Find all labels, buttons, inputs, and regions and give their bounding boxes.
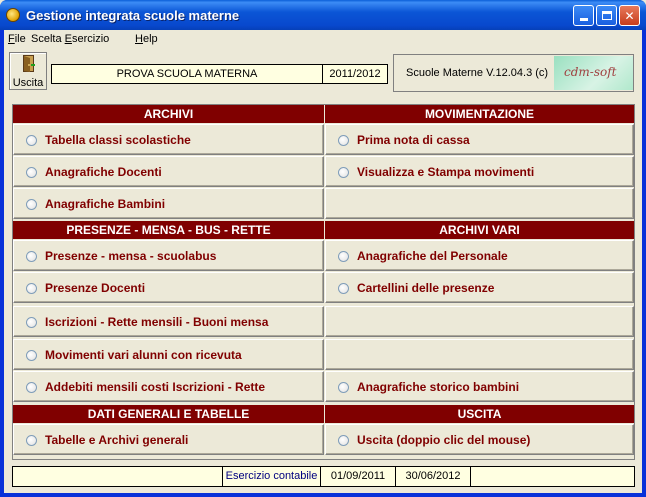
maximize-button[interactable]	[596, 5, 617, 26]
version-text: Scuole Materne V.12.04.3 (c)	[406, 67, 549, 79]
menu-scelta-rest: sercizio	[71, 33, 110, 45]
option-presenze-mensa[interactable]: Presenze - mensa - scuolabus	[13, 240, 324, 271]
option-tabelle-archivi-generali[interactable]: Tabelle e Archivi generali	[13, 424, 324, 455]
empty-row	[325, 339, 634, 370]
option-label: Presenze Docenti	[45, 281, 146, 295]
school-year-field: 2011/2012	[322, 64, 388, 84]
radio-button[interactable]	[26, 382, 37, 393]
minimize-icon	[579, 18, 588, 21]
door-exit-icon	[23, 55, 35, 72]
radio-button[interactable]	[26, 350, 37, 361]
radio-button[interactable]	[338, 251, 349, 262]
option-tabella-classi[interactable]: Tabella classi scolastiche	[13, 124, 324, 155]
option-label: Iscrizioni - Rette mensili - Buoni mensa	[45, 315, 269, 329]
menu-help-accel: H	[135, 33, 143, 45]
option-cartellini-presenze[interactable]: Cartellini delle presenze	[325, 272, 634, 303]
radio-button[interactable]	[338, 382, 349, 393]
option-label: Anagrafiche storico bambini	[357, 380, 520, 394]
header-movimentazione: MOVIMENTAZIONE	[325, 105, 634, 123]
radio-button[interactable]	[26, 283, 37, 294]
status-start-date: 01/09/2011	[321, 467, 396, 486]
app-window: Gestione integrata scuole materne ✕ File…	[0, 0, 646, 497]
option-label: Tabelle e Archivi generali	[45, 433, 189, 447]
radio-button[interactable]	[338, 283, 349, 294]
option-storico-bambini[interactable]: Anagrafiche storico bambini	[325, 371, 634, 402]
option-label: Visualizza e Stampa movimenti	[357, 165, 535, 179]
option-anagrafiche-bambini[interactable]: Anagrafiche Bambini	[13, 188, 324, 219]
option-label: Uscita (doppio clic del mouse)	[357, 433, 531, 447]
close-button[interactable]: ✕	[619, 5, 640, 26]
maximize-icon	[601, 11, 612, 20]
option-movimenti-vari[interactable]: Movimenti vari alunni con ricevuta	[13, 339, 324, 370]
menu-file-accel: F	[8, 33, 15, 45]
option-presenze-docenti[interactable]: Presenze Docenti	[13, 272, 324, 303]
client-area: File Scelta Esercizio Help Uscita PROVA …	[4, 30, 642, 493]
main-menu-panel: ARCHIVI MOVIMENTAZIONE Tabella classi sc…	[12, 104, 635, 460]
option-label: Cartellini delle presenze	[357, 281, 495, 295]
menu-help-rest: elp	[142, 33, 158, 45]
option-visualizza-stampa[interactable]: Visualizza e Stampa movimenti	[325, 156, 634, 187]
menu-bar: File Scelta Esercizio Help	[4, 30, 642, 49]
exit-label: Uscita	[12, 77, 44, 89]
option-label: Anagrafiche Docenti	[45, 165, 162, 179]
school-name-field: PROVA SCUOLA MATERNA	[51, 64, 323, 84]
radio-button[interactable]	[338, 135, 349, 146]
header-dati-generali: DATI GENERALI E TABELLE	[13, 405, 324, 423]
header-presenze: PRESENZE - MENSA - BUS - RETTE	[13, 221, 324, 239]
option-label: Tabella classi scolastiche	[45, 133, 191, 147]
option-uscita[interactable]: Uscita (doppio clic del mouse)	[325, 424, 634, 455]
menu-file-rest: ile	[14, 33, 26, 45]
status-label: Esercizio contabile	[223, 467, 321, 486]
radio-button[interactable]	[338, 435, 349, 446]
menu-scelta-esercizio[interactable]: Scelta Esercizio	[31, 33, 109, 45]
status-cell-empty	[13, 467, 223, 486]
menu-help[interactable]: Help	[135, 33, 158, 45]
option-anagrafiche-personale[interactable]: Anagrafiche del Personale	[325, 240, 634, 271]
status-bar: Esercizio contabile 01/09/2011 30/06/201…	[12, 466, 635, 487]
option-iscrizioni-rette[interactable]: Iscrizioni - Rette mensili - Buoni mensa	[13, 306, 324, 337]
menu-scelta-pre: Scelta	[31, 33, 65, 45]
minimize-button[interactable]	[573, 5, 594, 26]
menu-file[interactable]: File	[8, 33, 26, 45]
option-label: Addebiti mensili costi Iscrizioni - Rett…	[45, 380, 266, 394]
option-addebiti-mensili[interactable]: Addebiti mensili costi Iscrizioni - Rett…	[13, 371, 324, 402]
status-end-date: 30/06/2012	[396, 467, 471, 486]
radio-button[interactable]	[338, 167, 349, 178]
radio-button[interactable]	[26, 251, 37, 262]
close-icon: ✕	[624, 8, 635, 23]
option-label: Prima nota di cassa	[357, 133, 470, 147]
radio-button[interactable]	[26, 317, 37, 328]
radio-button[interactable]	[26, 435, 37, 446]
option-label: Movimenti vari alunni con ricevuta	[45, 348, 242, 362]
header-uscita: USCITA	[325, 405, 634, 423]
option-label: Anagrafiche del Personale	[357, 249, 508, 263]
logo-text: cdm-soft	[564, 65, 617, 79]
option-anagrafiche-docenti[interactable]: Anagrafiche Docenti	[13, 156, 324, 187]
version-box: Scuole Materne V.12.04.3 (c) cdm-soft	[393, 54, 634, 92]
window-title: Gestione integrata scuole materne	[26, 8, 240, 23]
empty-row	[325, 188, 634, 219]
radio-button[interactable]	[26, 135, 37, 146]
menu-scelta-accel: E	[64, 33, 72, 45]
exit-button[interactable]: Uscita	[9, 52, 47, 90]
empty-row	[325, 306, 634, 337]
header-archivi-vari: ARCHIVI VARI	[325, 221, 634, 239]
header-archivi: ARCHIVI	[13, 105, 324, 123]
app-icon[interactable]	[6, 8, 20, 22]
option-label: Presenze - mensa - scuolabus	[45, 249, 217, 263]
radio-button[interactable]	[26, 199, 37, 210]
radio-button[interactable]	[26, 167, 37, 178]
cdm-soft-logo: cdm-soft	[554, 56, 633, 90]
option-label: Anagrafiche Bambini	[45, 197, 166, 211]
option-prima-nota[interactable]: Prima nota di cassa	[325, 124, 634, 155]
title-bar[interactable]: Gestione integrata scuole materne ✕	[0, 0, 646, 30]
